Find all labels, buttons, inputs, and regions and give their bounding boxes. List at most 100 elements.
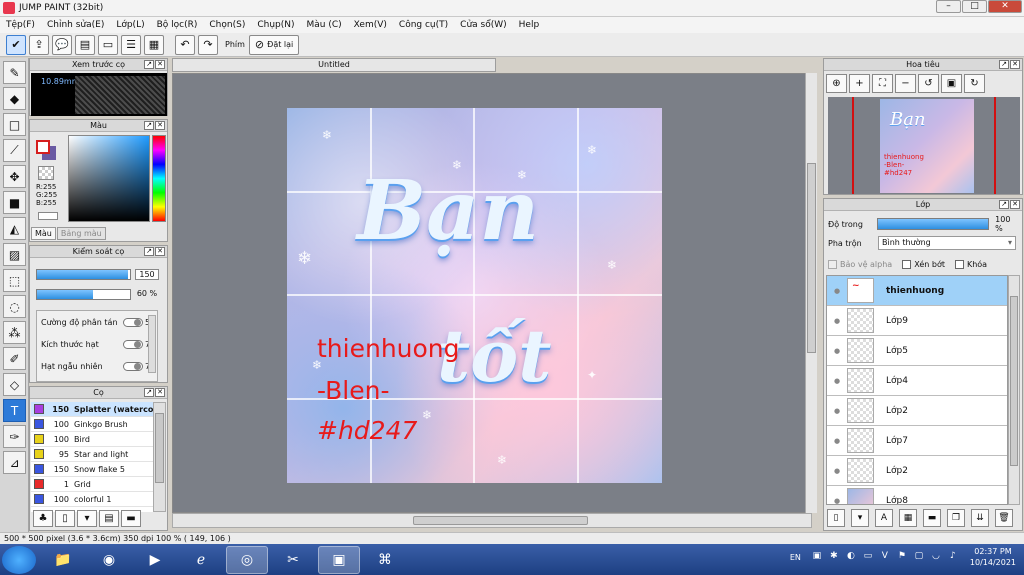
brush-item[interactable]: 100 Bird xyxy=(31,432,154,447)
select-pen-tool-icon[interactable]: ✐ xyxy=(3,347,26,370)
zoom-out-icon[interactable]: − xyxy=(895,74,916,93)
tab-color[interactable]: Màu xyxy=(31,227,56,240)
tab-palette[interactable]: Bảng màu xyxy=(56,227,106,240)
lasso-tool-icon[interactable]: ◌ xyxy=(3,295,26,318)
option-toggle[interactable] xyxy=(123,361,143,371)
clip-option[interactable]: Xén bớt xyxy=(902,259,945,269)
scroll-thumb[interactable] xyxy=(155,413,164,483)
layer-row[interactable]: ● Lớp7 xyxy=(827,426,1007,456)
visibility-icon[interactable]: ● xyxy=(827,497,847,505)
comment-icon[interactable]: 💬 xyxy=(52,34,72,55)
close-icon[interactable]: ✕ xyxy=(155,121,165,130)
folder-icon[interactable]: ▬ xyxy=(121,510,141,527)
protect-alpha-checkbox[interactable] xyxy=(828,259,837,269)
duplicate-layer-icon[interactable]: ❐ xyxy=(947,509,965,527)
color-mode-button[interactable] xyxy=(38,212,58,220)
menu-edit[interactable]: Chỉnh sửa(E) xyxy=(47,20,104,30)
display-icon[interactable]: ▢ xyxy=(913,551,925,563)
check-icon[interactable]: ✔ xyxy=(6,34,26,55)
select-eraser-tool-icon[interactable]: ◇ xyxy=(3,373,26,396)
brush-tool-icon[interactable]: ✎ xyxy=(3,61,26,84)
transparent-color-swatch[interactable] xyxy=(38,166,54,180)
brush-settings-icon[interactable]: ▤ xyxy=(99,510,119,527)
visibility-icon[interactable]: ● xyxy=(827,407,847,415)
gradient-tool-icon[interactable]: ▨ xyxy=(3,243,26,266)
float-icon[interactable]: ↗ xyxy=(144,60,154,69)
layer-row[interactable]: ● Lớp4 xyxy=(827,366,1007,396)
move-tool-icon[interactable]: ✥ xyxy=(3,165,26,188)
option-toggle[interactable] xyxy=(123,339,143,349)
clip-checkbox[interactable] xyxy=(902,259,912,269)
menu-layer[interactable]: Lớp(L) xyxy=(116,20,144,30)
layer-row[interactable]: ● Lớp2 xyxy=(827,396,1007,426)
close-icon[interactable]: ✕ xyxy=(1010,60,1020,69)
zoom-frame-icon[interactable]: ⛶ xyxy=(872,74,893,93)
visibility-icon[interactable]: ● xyxy=(827,437,847,445)
delete-layer-icon[interactable]: 🗑 xyxy=(995,509,1013,527)
wifi-icon[interactable]: ◡ xyxy=(930,551,942,563)
visibility-icon[interactable]: ● xyxy=(827,287,847,295)
blend-mode-select[interactable]: Bình thường xyxy=(878,236,1016,250)
brush-item[interactable]: 150 Splatter (waterco xyxy=(31,402,154,417)
tree-icon[interactable]: ♣ xyxy=(33,510,53,527)
options-scrollbar[interactable] xyxy=(148,315,156,373)
marquee-tool-icon[interactable]: ⬚ xyxy=(3,269,26,292)
saturation-value-picker[interactable] xyxy=(68,135,150,222)
close-icon[interactable]: ✕ xyxy=(155,247,165,256)
zoom-fit-icon[interactable]: ⊕ xyxy=(826,74,847,93)
network-activity-icon[interactable]: ◐ xyxy=(845,551,857,563)
language-indicator[interactable]: EN xyxy=(790,553,801,562)
layer-folder-icon[interactable]: ▬ xyxy=(923,509,941,527)
menu-filter[interactable]: Bộ lọc(R) xyxy=(157,20,198,30)
snipping-tool-icon[interactable]: ✂ xyxy=(272,546,314,574)
canvas-tab[interactable]: Untitled xyxy=(172,58,496,72)
canvas-area[interactable]: ❄ ❄ ❄ ❄ ❄ ❄ ❄ ❄ ❄ ✦ Bạn tốt thienhuong -… xyxy=(172,73,817,513)
menu-tools[interactable]: Công cụ(T) xyxy=(399,20,448,30)
zalo-icon[interactable]: ◉ xyxy=(88,546,130,574)
line-tool-icon[interactable]: ⟋ xyxy=(3,139,26,162)
float-icon[interactable]: ↗ xyxy=(999,60,1009,69)
close-icon[interactable]: ✕ xyxy=(1010,200,1020,209)
float-icon[interactable]: ↗ xyxy=(144,247,154,256)
menu-color[interactable]: Màu (C) xyxy=(307,20,342,30)
lock-option[interactable]: Khóa xyxy=(954,259,987,269)
minimize-button[interactable]: – xyxy=(936,0,961,13)
protect-alpha-option[interactable]: Bảo vệ alpha xyxy=(828,259,892,269)
screentone-icon[interactable]: ▦ xyxy=(899,509,917,527)
layer-opacity-slider[interactable] xyxy=(876,218,990,230)
brush-item[interactable]: 95 Star and light xyxy=(31,447,154,462)
close-button[interactable]: ✕ xyxy=(988,0,1022,13)
menu-file[interactable]: Tệp(F) xyxy=(6,20,35,30)
fit-window-icon[interactable]: ▣ xyxy=(941,74,962,93)
magic-wand-tool-icon[interactable]: ⁂ xyxy=(3,321,26,344)
start-button[interactable] xyxy=(2,545,36,574)
layer-row[interactable]: ● Lớp2 xyxy=(827,456,1007,486)
text-layer-icon[interactable]: A xyxy=(875,509,893,527)
menu-window[interactable]: Cửa sổ(W) xyxy=(460,20,506,30)
text-tool-icon[interactable]: T xyxy=(3,399,26,422)
reset-button[interactable]: ⊘ Đặt lại xyxy=(248,34,300,55)
visibility-icon[interactable]: ● xyxy=(827,317,847,325)
file-explorer-icon[interactable]: 📁 xyxy=(42,546,84,574)
clock[interactable]: 02:37 PM 10/14/2021 xyxy=(970,546,1016,568)
eyedropper-tool-icon[interactable]: ✑ xyxy=(3,425,26,448)
layer-list-scrollbar[interactable] xyxy=(1008,275,1020,505)
menu-help[interactable]: Help xyxy=(519,20,540,30)
layer-row[interactable]: ● Lớp9 xyxy=(827,306,1007,336)
battery-icon[interactable]: ▭ xyxy=(862,551,874,563)
layer-row[interactable]: ● Lớp5 xyxy=(827,336,1007,366)
scroll-thumb[interactable] xyxy=(413,516,588,525)
app-tray-icon[interactable]: ▣ xyxy=(811,551,823,563)
undo-icon[interactable]: ↶ xyxy=(175,34,195,55)
brush-opacity-slider[interactable] xyxy=(36,288,131,300)
option-toggle[interactable] xyxy=(123,317,143,327)
grid-icon[interactable]: ▦ xyxy=(144,34,164,55)
redo-icon[interactable]: ↷ xyxy=(198,34,218,55)
artwork[interactable]: ❄ ❄ ❄ ❄ ❄ ❄ ❄ ❄ ❄ ✦ Bạn tốt thienhuong -… xyxy=(287,108,662,483)
merge-layer-icon[interactable]: ⇊ xyxy=(971,509,989,527)
brush-item[interactable]: 150 Snow flake 5 xyxy=(31,462,154,477)
lock-checkbox[interactable] xyxy=(954,259,964,269)
antivirus-icon[interactable]: V xyxy=(879,551,891,563)
scroll-thumb[interactable] xyxy=(807,163,816,353)
menu-capture[interactable]: Chụp(N) xyxy=(257,20,294,30)
